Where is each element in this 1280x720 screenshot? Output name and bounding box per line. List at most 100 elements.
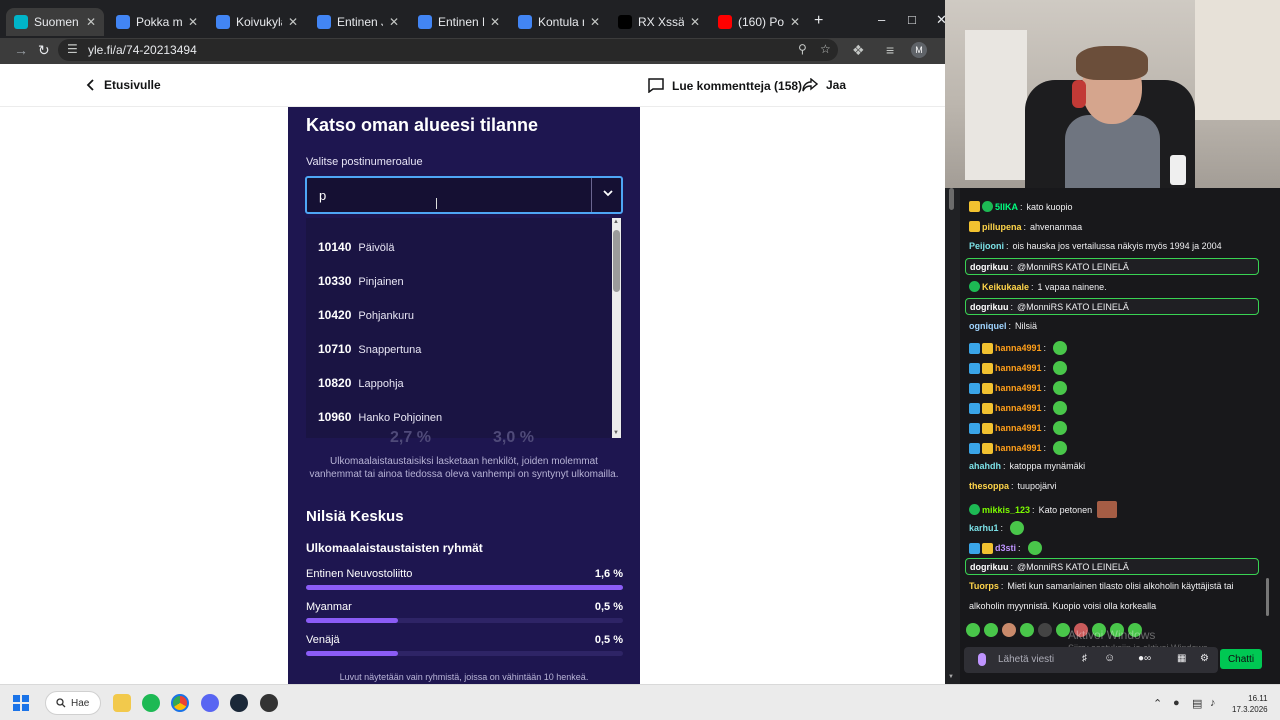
chat-text: Nilsiä xyxy=(1015,321,1038,331)
postcode-option[interactable]: 10960 Hanko Pohjoinen xyxy=(318,410,442,424)
screen: Suomen maahan…✕Pokka maps - ✕Koivukylä-H… xyxy=(0,0,1280,720)
chat-username[interactable]: hanna4991 xyxy=(995,383,1042,393)
translate-icon[interactable]: ♯ xyxy=(1082,653,1087,664)
site-info-icon[interactable]: ☰ xyxy=(67,42,78,56)
discord-icon[interactable] xyxy=(201,694,219,712)
chat-username[interactable]: ogniquel xyxy=(969,321,1007,331)
postcode-option[interactable]: 10420 Pohjankuru xyxy=(318,308,414,322)
maximize-button[interactable]: □ xyxy=(908,12,916,27)
tab-close-icon[interactable]: ✕ xyxy=(790,15,800,29)
postcode-input-value[interactable]: p xyxy=(319,188,326,203)
steam-icon[interactable] xyxy=(230,694,248,712)
omnibox[interactable]: ☰ yle.fi/a/74-20213494 ⚲ ☆ xyxy=(58,39,838,61)
page-scroll-down-icon[interactable]: ▼ xyxy=(948,674,954,680)
chat-username[interactable]: ahahdh xyxy=(969,461,1001,471)
back-link[interactable]: Etusivulle xyxy=(86,78,161,92)
scroll-down-icon[interactable]: ▼ xyxy=(613,430,619,436)
chat-username[interactable]: dogrikuu xyxy=(970,562,1009,572)
share-button[interactable]: Jaa xyxy=(802,78,846,92)
taskbar-search[interactable]: Hae xyxy=(45,691,101,715)
emote-picker-icon[interactable]: ☺ xyxy=(1104,652,1115,664)
chat-username[interactable]: dogrikuu xyxy=(970,262,1009,272)
chat-username[interactable]: hanna4991 xyxy=(995,343,1042,353)
obs-icon[interactable] xyxy=(260,694,278,712)
tray-chevron-icon[interactable]: ⌃ xyxy=(1153,697,1162,710)
chat-username[interactable]: 5IIKA xyxy=(995,202,1018,212)
page-scrollbar-thumb[interactable] xyxy=(949,188,954,210)
comments-link[interactable]: Lue kommentteja (158) xyxy=(648,78,802,93)
scroll-up-icon[interactable]: ▲ xyxy=(613,219,619,225)
chat-username[interactable]: d3sti xyxy=(995,543,1016,553)
browser-tab[interactable]: Entinen Neuvo ✕ xyxy=(410,8,508,36)
chat-send-button[interactable]: Chatti xyxy=(1220,649,1262,669)
dropdown-scrollbar-thumb[interactable] xyxy=(613,230,620,292)
windows-start-icon[interactable] xyxy=(13,695,29,711)
tab-close-icon[interactable]: ✕ xyxy=(590,15,600,29)
tab-close-icon[interactable]: ✕ xyxy=(690,15,700,29)
tab-close-icon[interactable]: ✕ xyxy=(86,15,96,29)
url-text[interactable]: yle.fi/a/74-20213494 xyxy=(88,43,197,57)
browser-tab[interactable]: Kontula maps ✕ xyxy=(510,8,608,36)
browser-tab[interactable]: Entinen Jugosl ✕ xyxy=(309,8,407,36)
extensions-icon[interactable]: ❖ xyxy=(852,42,865,59)
store-icon[interactable]: ▦ xyxy=(1177,653,1186,664)
postcode-option[interactable]: 10820 Lappohja xyxy=(318,376,404,390)
chat-text: alkoholin myynnistä. Kuopio voisi olla k… xyxy=(969,601,1157,611)
browser-tab[interactable]: Suomen maahan… ✕ xyxy=(6,8,104,36)
tray-microphone-icon[interactable]: ● xyxy=(1173,697,1180,709)
tab-close-icon[interactable]: ✕ xyxy=(490,15,500,29)
page-scrollbar[interactable]: ▼ xyxy=(945,188,957,684)
chat-username[interactable]: hanna4991 xyxy=(995,443,1042,453)
chat-username[interactable]: Keikukaale xyxy=(982,282,1029,292)
postcode-combobox[interactable]: p xyxy=(305,176,623,214)
spotify-icon[interactable] xyxy=(142,694,160,712)
settings-gear-icon[interactable]: ⚙ xyxy=(1200,653,1209,664)
chevron-down-icon[interactable] xyxy=(601,186,615,200)
bookmark-star-icon[interactable]: ☆ xyxy=(820,42,831,56)
reload-icon[interactable]: ↻ xyxy=(38,42,50,59)
emote-icon[interactable] xyxy=(984,623,998,637)
browser-tab[interactable]: RX Xssä: " ✕ xyxy=(610,8,708,36)
browser-tab[interactable]: (160) Poliisit - ✕ xyxy=(710,8,808,36)
chat-username[interactable]: mikkis_123 xyxy=(982,505,1030,515)
chat-username[interactable]: karhu1 xyxy=(969,523,999,533)
file-explorer-icon[interactable] xyxy=(113,694,131,712)
forward-icon[interactable]: → xyxy=(14,42,28,58)
tab-close-icon[interactable]: ✕ xyxy=(288,15,298,29)
postcode-option[interactable]: 10710 Snappertuna xyxy=(318,342,421,356)
chat-username[interactable]: thesoppa xyxy=(969,481,1009,491)
profile-avatar[interactable]: M xyxy=(911,42,927,58)
chrome-icon[interactable] xyxy=(171,694,189,712)
chat-scrollbar[interactable] xyxy=(1266,578,1269,616)
minimize-button[interactable]: – xyxy=(878,12,885,27)
tray-network-icon[interactable]: ▤ xyxy=(1192,697,1202,710)
emote-icon[interactable] xyxy=(1038,623,1052,637)
chat-input-placeholder[interactable]: Lähetä viesti xyxy=(998,654,1054,665)
tab-close-icon[interactable]: ✕ xyxy=(389,15,399,29)
postcode-option[interactable]: 10140 Päivölä xyxy=(318,240,394,254)
chat-username[interactable]: dogrikuu xyxy=(970,302,1009,312)
chat-username[interactable]: Peijooni xyxy=(969,241,1004,251)
emote-icon[interactable] xyxy=(1020,623,1034,637)
new-tab-button[interactable]: + xyxy=(814,12,823,30)
tab-close-icon[interactable]: ✕ xyxy=(188,15,198,29)
browser-tab[interactable]: Koivukylä-Havu ✕ xyxy=(208,8,306,36)
emote-icon[interactable] xyxy=(966,623,980,637)
zoom-icon[interactable]: ⚲ xyxy=(798,42,807,56)
emote-icon[interactable] xyxy=(1002,623,1016,637)
postcode-options-list[interactable]: ▲ ▼ 10140 Päivölä 10330 Pinjainen 10420 Pohja… xyxy=(306,218,622,438)
browser-tab[interactable]: Pokka maps - ✕ xyxy=(108,8,206,36)
chat-username[interactable]: pillupena xyxy=(982,222,1022,232)
tray-volume-icon[interactable]: ♪ xyxy=(1210,697,1216,709)
taskbar-clock[interactable]: 16.11 17.3.2026 xyxy=(1232,693,1268,715)
headphones-icon xyxy=(1072,80,1086,108)
chat-username[interactable]: hanna4991 xyxy=(995,403,1042,413)
bits-icon[interactable]: ●∞ xyxy=(1138,653,1151,664)
chat-username[interactable]: hanna4991 xyxy=(995,423,1042,433)
microphone-icon[interactable] xyxy=(978,653,986,666)
chat-username[interactable]: Tuorps xyxy=(969,581,999,591)
chat-username[interactable]: hanna4991 xyxy=(995,363,1042,373)
postcode-option[interactable]: 10330 Pinjainen xyxy=(318,274,404,288)
reading-list-icon[interactable]: ≡ xyxy=(886,42,894,58)
address-toolbar: → ↻ ☰ yle.fi/a/74-20213494 ⚲ ☆ ❖ ≡ M xyxy=(0,38,945,64)
